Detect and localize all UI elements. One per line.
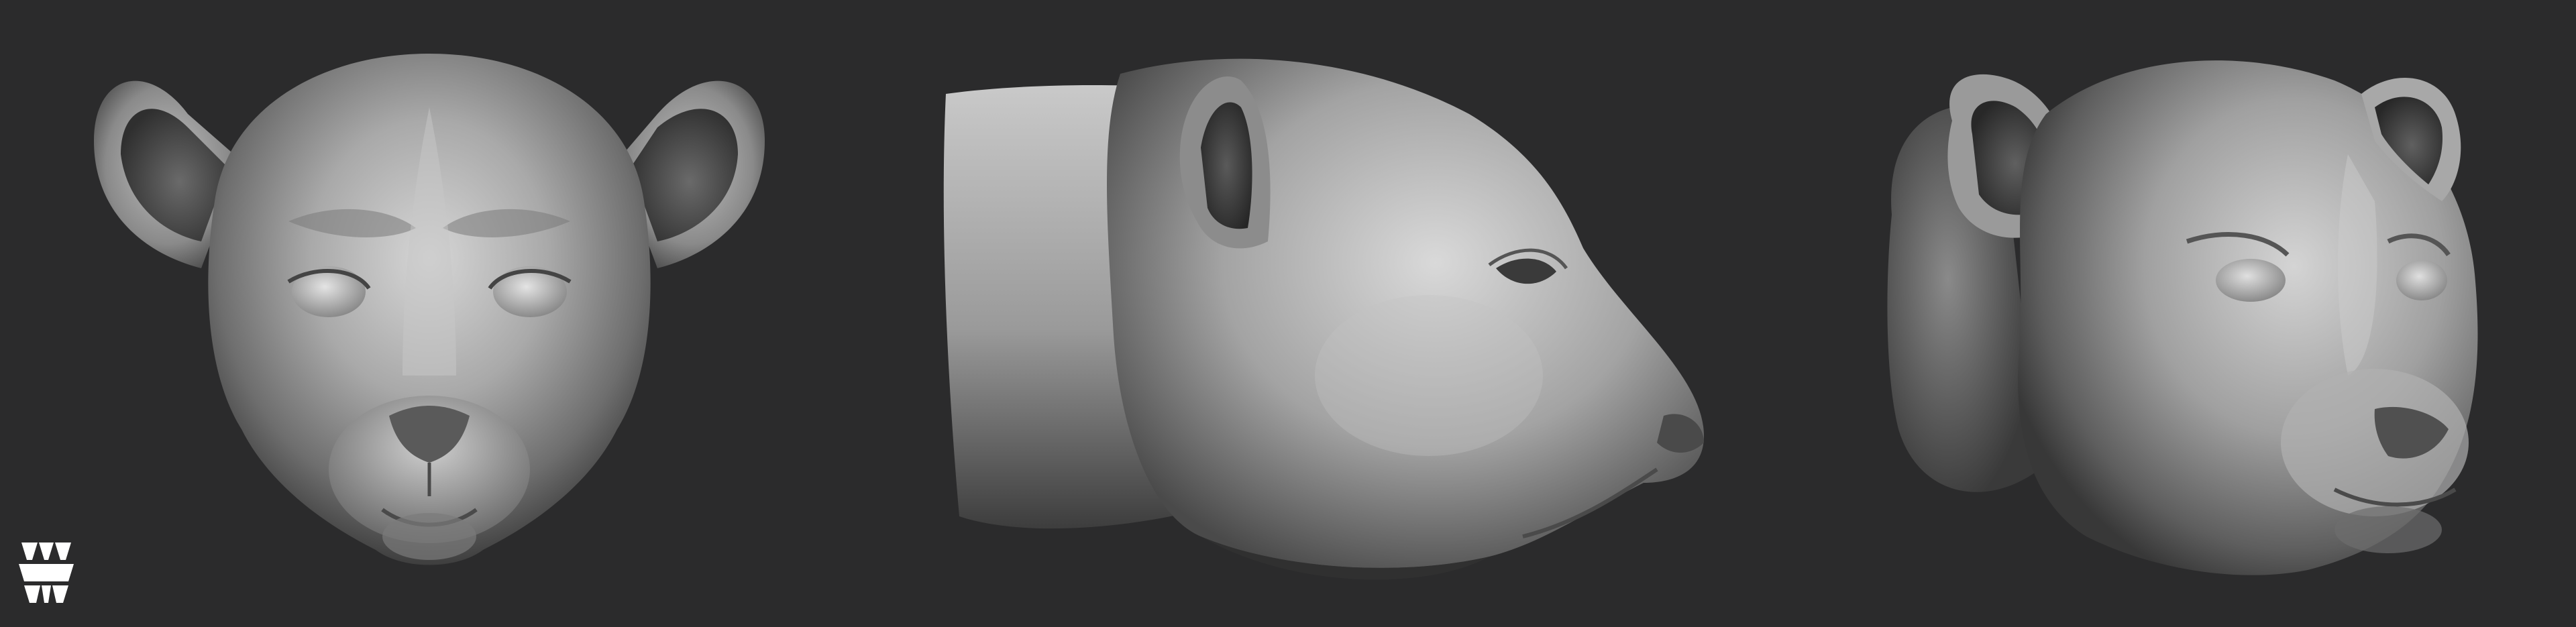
cougar-head-three-quarter-view: [1865, 0, 2509, 627]
studio-logo-mark: [17, 540, 75, 607]
render-canvas: [0, 0, 2576, 627]
cougar-head-side-profile: [919, 0, 1724, 627]
cougar-head-front-view: [67, 0, 805, 627]
